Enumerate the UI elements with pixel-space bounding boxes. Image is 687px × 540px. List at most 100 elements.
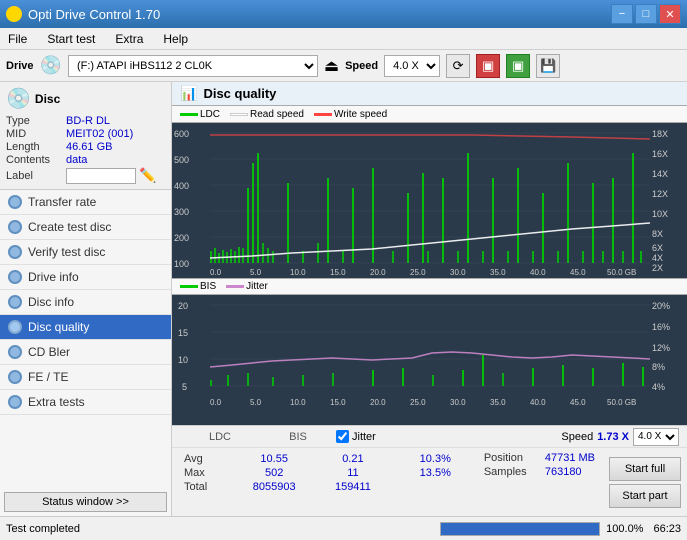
legend-jitter-color xyxy=(226,285,244,288)
svg-text:200: 200 xyxy=(174,233,189,243)
maximize-button[interactable]: □ xyxy=(635,4,657,24)
table-row: Max 502 11 13.5% xyxy=(180,466,468,480)
legend-ws-label: Write speed xyxy=(334,109,387,120)
charts-area: LDC Read speed Write speed xyxy=(172,106,687,425)
color2-button[interactable]: ▣ xyxy=(506,54,530,78)
refresh-button[interactable]: ⟳ xyxy=(446,54,470,78)
jitter-checkbox[interactable] xyxy=(336,430,349,443)
svg-text:35.0: 35.0 xyxy=(490,398,506,407)
drive-label: Drive xyxy=(6,60,34,72)
menu-help[interactable]: Help xyxy=(159,31,192,47)
disc-section-label: Disc xyxy=(35,92,60,106)
label-input[interactable] xyxy=(66,168,136,184)
speed-info-label: Speed xyxy=(561,431,593,443)
legend-read-speed: Read speed xyxy=(230,109,304,120)
svg-text:15.0: 15.0 xyxy=(330,398,346,407)
eject-icon[interactable]: ⏏ xyxy=(324,56,339,76)
save-button[interactable]: 💾 xyxy=(536,54,560,78)
speed-dropdown[interactable]: 4.0 X xyxy=(633,428,679,446)
stats-table: Avg 10.55 0.21 10.3% Max 502 11 xyxy=(172,448,476,516)
svg-text:25.0: 25.0 xyxy=(410,268,426,277)
progress-percent: 100.0% xyxy=(606,523,643,535)
legend-bis: BIS xyxy=(180,281,216,292)
start-full-button[interactable]: Start full xyxy=(609,457,681,481)
close-button[interactable]: ✕ xyxy=(659,4,681,24)
svg-text:300: 300 xyxy=(174,207,189,217)
type-label: Type xyxy=(6,115,66,127)
nav-transfer-rate[interactable]: Transfer rate xyxy=(0,190,171,215)
total-bis: 159411 xyxy=(316,480,389,494)
avg-ldc: 10.55 xyxy=(232,452,316,466)
nav-drive-info[interactable]: Drive info xyxy=(0,265,171,290)
legend-bis-color xyxy=(180,285,198,288)
dq-title: Disc quality xyxy=(203,86,276,101)
stats-area: LDC BIS Jitter Speed 1.73 X 4.0 X xyxy=(172,425,687,516)
total-ldc: 8055903 xyxy=(232,480,316,494)
legend-jitter: Jitter xyxy=(226,281,268,292)
svg-text:16X: 16X xyxy=(652,149,668,159)
svg-text:15.0: 15.0 xyxy=(330,268,346,277)
status-time: 66:23 xyxy=(653,523,681,535)
nav-fe-te[interactable]: FE / TE xyxy=(0,365,171,390)
menu-file[interactable]: File xyxy=(4,31,31,47)
color1-button[interactable]: ▣ xyxy=(476,54,500,78)
stats-data-row: Avg 10.55 0.21 10.3% Max 502 11 xyxy=(172,448,687,516)
nav-disc-quality[interactable]: Disc quality xyxy=(0,315,171,340)
drive-select[interactable]: (F:) ATAPI iHBS112 2 CL0K xyxy=(68,55,318,77)
samples-label: Samples xyxy=(484,466,539,478)
menu-start-test[interactable]: Start test xyxy=(43,31,99,47)
svg-text:20.0: 20.0 xyxy=(370,268,386,277)
svg-text:5.0: 5.0 xyxy=(250,398,262,407)
svg-text:12X: 12X xyxy=(652,189,668,199)
nav-extra-tests[interactable]: Extra tests xyxy=(0,390,171,415)
minimize-button[interactable]: − xyxy=(611,4,633,24)
ldc-col-label: LDC xyxy=(180,431,260,443)
svg-text:40.0: 40.0 xyxy=(530,268,546,277)
nav-cd-bler[interactable]: CD Bler xyxy=(0,340,171,365)
svg-text:12%: 12% xyxy=(652,343,670,353)
left-panel: 💿 Disc Type BD-R DL MID MEIT02 (001) Len… xyxy=(0,82,172,516)
nav-label: Disc quality xyxy=(28,320,89,334)
nav-disc-info[interactable]: Disc info xyxy=(0,290,171,315)
status-bar: Test completed 100.0% 66:23 xyxy=(0,516,687,540)
nav-label: Create test disc xyxy=(28,220,111,234)
svg-text:10.0: 10.0 xyxy=(290,268,306,277)
svg-text:40.0: 40.0 xyxy=(530,398,546,407)
svg-text:5: 5 xyxy=(182,382,187,392)
label-icon[interactable]: ✏️ xyxy=(139,167,156,184)
progress-bar xyxy=(440,522,600,536)
speed-select[interactable]: 4.0 X xyxy=(384,55,440,77)
length-label: Length xyxy=(6,141,66,153)
speed-info: Speed 1.73 X 4.0 X xyxy=(561,428,679,446)
app-title: Opti Drive Control 1.70 xyxy=(28,7,160,22)
max-bis: 11 xyxy=(316,466,389,480)
dq-icon: 📊 xyxy=(180,85,197,102)
length-value: 46.61 GB xyxy=(66,141,112,153)
nav-dot xyxy=(8,220,22,234)
svg-text:18X: 18X xyxy=(652,129,668,139)
legend-ldc-label: LDC xyxy=(200,109,220,120)
nav-create-test-disc[interactable]: Create test disc xyxy=(0,215,171,240)
nav-verify-test-disc[interactable]: Verify test disc xyxy=(0,240,171,265)
samples-value: 763180 xyxy=(545,466,582,478)
nav-label: Disc info xyxy=(28,295,74,309)
svg-text:45.0: 45.0 xyxy=(570,268,586,277)
drive-disc-icon: 💿 xyxy=(40,55,62,76)
status-window-button[interactable]: Status window >> xyxy=(4,492,167,512)
mid-value: MEIT02 (001) xyxy=(66,128,133,140)
svg-text:20: 20 xyxy=(178,301,188,311)
nav-dot xyxy=(8,370,22,384)
svg-text:14X: 14X xyxy=(652,169,668,179)
svg-text:30.0: 30.0 xyxy=(450,398,466,407)
max-jitter: 13.5% xyxy=(403,466,468,480)
jitter-checkbox-item[interactable]: Jitter xyxy=(336,430,376,443)
svg-text:500: 500 xyxy=(174,155,189,165)
legend-ldc: LDC xyxy=(180,109,220,120)
start-part-button[interactable]: Start part xyxy=(609,484,681,508)
stats-controls-row: LDC BIS Jitter Speed 1.73 X 4.0 X xyxy=(172,426,687,448)
svg-text:0.0: 0.0 xyxy=(210,398,222,407)
table-row: Avg 10.55 0.21 10.3% xyxy=(180,452,468,466)
avg-label: Avg xyxy=(180,452,232,466)
menu-extra[interactable]: Extra xyxy=(111,31,147,47)
nav-items: Transfer rate Create test disc Verify te… xyxy=(0,190,171,488)
